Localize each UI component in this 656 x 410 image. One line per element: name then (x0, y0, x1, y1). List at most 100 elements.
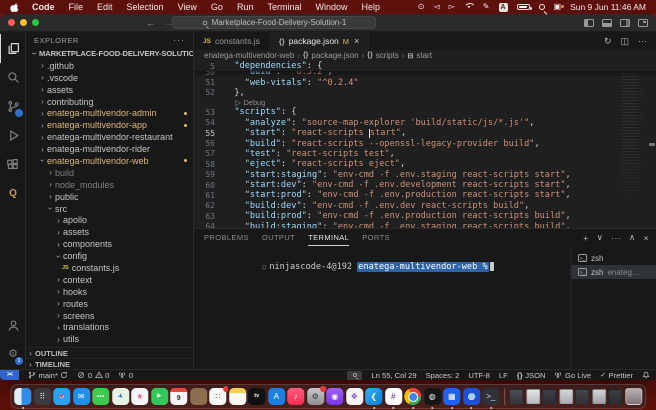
terminal-output[interactable]: ○ninjascode-4@192 enatega-multivendor-we… (194, 246, 570, 369)
menu-terminal[interactable]: Terminal (260, 0, 308, 14)
tree-folder-components[interactable]: ›components (26, 238, 193, 250)
maximize-panel-icon[interactable]: ∧ (629, 232, 636, 243)
tree-folder-src[interactable]: ›src (26, 203, 193, 215)
volume-icon[interactable]: ◅ (433, 3, 439, 11)
customize-layout-icon[interactable] (638, 19, 648, 27)
podcasts-dock-icon[interactable]: ◉ (326, 388, 343, 405)
menu-view[interactable]: View (171, 0, 204, 14)
tree-folder-contributing[interactable]: ›contributing (26, 96, 193, 108)
wifi-icon[interactable] (464, 3, 474, 11)
terminal-instance-1[interactable]: >_zsh (571, 251, 656, 265)
tree-folder-enatega-multivendor-rider[interactable]: ›enatega-multivendor-rider (26, 143, 193, 155)
code-line-53[interactable]: 53 "scripts": { (194, 107, 656, 117)
now-playing-icon[interactable]: ▻ (449, 3, 455, 11)
tree-folder-MARKETPLACE-FOOD-DELIVERY-SOLUTION-1[interactable]: ›MARKETPLACE-FOOD-DELIVERY-SOLUTION-1 (26, 48, 193, 60)
code-line-60[interactable]: 60 "start:dev": "env-cmd -f .env.develop… (194, 180, 656, 190)
tree-file-constants.js[interactable]: JSconstants.js (26, 262, 193, 274)
input-source-icon[interactable]: A (499, 3, 508, 12)
code-editor[interactable]: 5 "dependencies": {50 "uuid": "^8.3.2",5… (194, 61, 656, 228)
calendar-dock-icon[interactable]: 9 (170, 388, 187, 405)
appstore-dock-icon[interactable]: A (268, 388, 285, 405)
toggle-primary-sidebar-icon[interactable] (584, 19, 594, 27)
menu-window[interactable]: Window (308, 0, 354, 14)
close-window-button[interactable] (8, 19, 15, 26)
q-extension-icon[interactable]: Q (0, 179, 25, 208)
navigate-back-icon[interactable]: ← (146, 18, 155, 28)
sticky-scroll-line[interactable]: 5 "dependencies": { (194, 61, 656, 71)
code-line-50[interactable]: 50 "uuid": "^8.3.2", (194, 71, 656, 77)
code-line-55[interactable]: 55 "start": "react-scripts start", (194, 128, 656, 138)
trash-icon[interactable] (625, 388, 642, 405)
minimized-window-5[interactable] (575, 389, 589, 404)
folder-dock-icon[interactable] (190, 388, 207, 405)
menu-edit[interactable]: Edit (90, 0, 120, 14)
chrome-dock-icon[interactable] (404, 388, 421, 405)
indentation-status[interactable]: Spaces: 2 (426, 371, 460, 380)
encoding-status[interactable]: UTF-8 (468, 371, 490, 380)
tree-folder-.github[interactable]: ›.github (26, 60, 193, 72)
apple-menu[interactable] (10, 2, 25, 13)
vscode-dock-icon[interactable]: ❮ (365, 388, 382, 405)
terminal-profile-chevron-icon[interactable]: ∨ (597, 232, 604, 243)
menu-help[interactable]: Help (354, 0, 387, 14)
tree-folder-public[interactable]: ›public (26, 191, 193, 203)
explorer-more-actions-icon[interactable]: ··· (173, 35, 185, 45)
breadcrumb[interactable]: enatega-multivendor-web›{}package.json›{… (194, 50, 656, 61)
reminders-dock-icon[interactable]: ∷ (209, 388, 226, 405)
tree-folder-config[interactable]: ›config (26, 250, 193, 262)
command-center-search[interactable]: Marketplace-Food-Delivery-Solution-1 (172, 16, 376, 29)
sidebar-section-timeline[interactable]: ›TIMELINE (26, 358, 193, 369)
close-panel-icon[interactable]: × (644, 233, 649, 243)
minimized-window-7[interactable] (608, 389, 622, 404)
titlebar[interactable]: ← → Marketplace-Food-Delivery-Solution-1 (0, 14, 656, 32)
finder-dock-icon[interactable] (14, 388, 31, 405)
breadcrumb-item[interactable]: enatega-multivendor-web (204, 51, 294, 60)
code-line-52[interactable]: 52 }, (194, 88, 656, 98)
maps-dock-icon[interactable]: ➤ (112, 388, 129, 405)
extensions-icon[interactable] (0, 150, 25, 179)
code-line-58[interactable]: 58 "eject": "react-scripts eject", (194, 159, 656, 169)
tree-folder-screens[interactable]: ›screens (26, 310, 193, 322)
ports-status[interactable]: 0 (118, 371, 133, 380)
panel-tab-terminal[interactable]: TERMINAL (308, 229, 349, 246)
toggle-panel-icon[interactable] (602, 19, 612, 27)
fast-user-switch-icon[interactable]: ▣ (554, 3, 562, 11)
errors-warnings-status[interactable]: 0 0 (77, 371, 109, 380)
tab-package.json[interactable]: {}package.jsonM× (270, 32, 369, 50)
music-dock-icon[interactable]: ♪ (287, 388, 304, 405)
menu-code[interactable]: Code (25, 0, 62, 14)
code-line-54[interactable]: 54 "analyze": "source-map-explorer 'buil… (194, 118, 656, 128)
new-terminal-icon[interactable]: + (583, 233, 588, 243)
more-actions-icon[interactable]: ··· (638, 36, 647, 46)
terminal-app-dock-icon[interactable]: >_ (482, 388, 499, 405)
minimized-window-2[interactable] (526, 389, 540, 404)
open-changes-icon[interactable]: ↻ (604, 36, 612, 47)
tree-folder-node_modules[interactable]: ›node_modules (26, 179, 193, 191)
panel-tab-output[interactable]: OUTPUT (262, 229, 295, 246)
more-actions-icon[interactable]: ··· (611, 233, 621, 243)
menubar-clock[interactable]: Sun 9 Jun 11:46 AM (570, 2, 646, 12)
slack-dock-icon[interactable]: # (385, 388, 402, 405)
remote-indicator[interactable]: >< (0, 370, 19, 381)
code-line-61[interactable]: 61 "start:prod": "env-cmd -f .env.produc… (194, 190, 656, 200)
tree-folder-enatega-multivendor-web[interactable]: ›enatega-multivendor-web (26, 155, 193, 167)
tree-folder-assets[interactable]: ›assets (26, 84, 193, 96)
eol-status[interactable]: LF (499, 371, 508, 380)
editor-scrollbar[interactable] (648, 61, 656, 228)
launchpad-dock-icon[interactable]: ⠿ (34, 388, 51, 405)
settings-gear-icon[interactable]: ⚙1 (0, 340, 25, 369)
minimized-window-3[interactable] (542, 389, 556, 404)
tv-dock-icon[interactable]: tv (248, 388, 265, 405)
photos-dock-icon[interactable]: * (131, 388, 148, 405)
chatgpt-dock-icon[interactable]: ◍ (424, 388, 441, 405)
display-status-icon[interactable]: ⊙ (418, 3, 425, 11)
mail-dock-icon[interactable]: ✉ (73, 388, 90, 405)
browser-dock-icon[interactable]: ◎ (463, 388, 480, 405)
codelens-debug-link[interactable]: ▷Debug (194, 98, 656, 107)
tree-folder-translations[interactable]: ›translations (26, 321, 193, 333)
code-line-51[interactable]: 51 "web-vitals": "^0.2.4" (194, 77, 656, 87)
cursor-position-status[interactable]: Ln 55, Col 29 (371, 371, 416, 380)
code-line-59[interactable]: 59 "start:staging": "env-cmd -f .env.sta… (194, 170, 656, 180)
minimize-window-button[interactable] (20, 19, 27, 26)
panel-tab-problems[interactable]: PROBLEMS (204, 229, 249, 246)
